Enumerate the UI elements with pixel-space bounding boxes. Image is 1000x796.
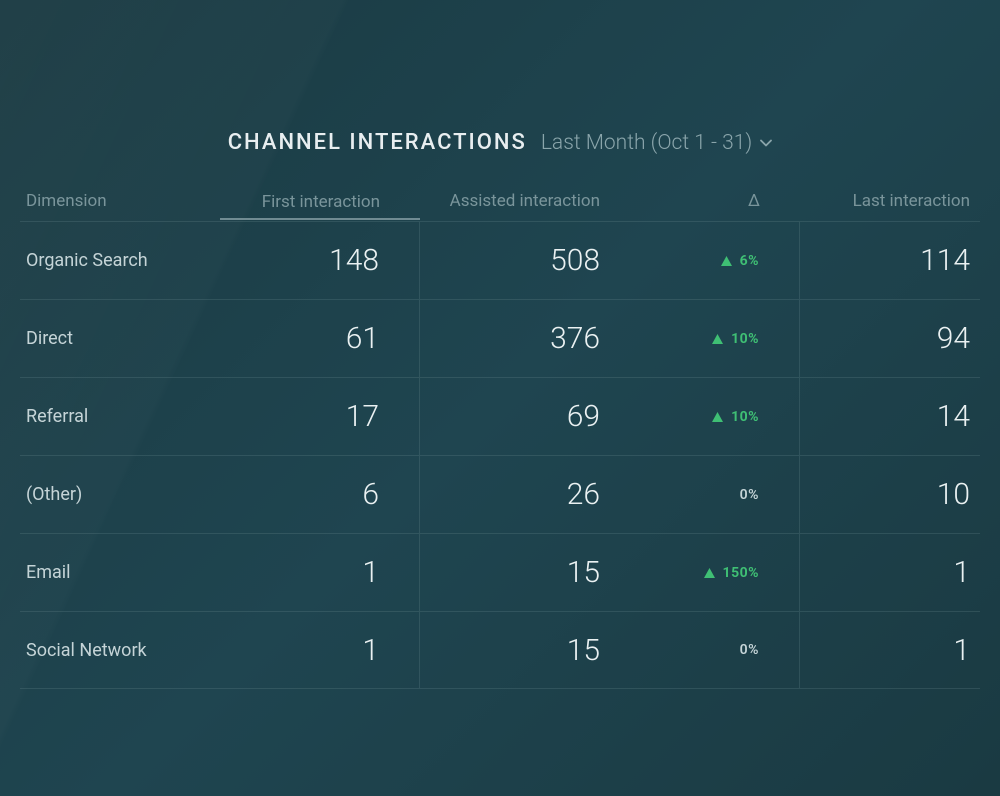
cell-last-interaction: 14: [800, 378, 980, 455]
cell-delta: 0%: [640, 456, 800, 533]
table-row: Social Network 1 15 0% 1: [20, 611, 980, 689]
cell-dimension: Social Network: [20, 612, 220, 688]
channel-interactions-widget: CHANNEL INTERACTIONS Last Month (Oct 1 -…: [0, 0, 1000, 689]
cell-assisted-interaction: 508: [420, 222, 640, 299]
value-delta: 0%: [740, 642, 759, 658]
cell-dimension: Referral: [20, 378, 220, 455]
table-row: Organic Search 148 508 6% 114: [20, 221, 980, 299]
value-assisted-interaction: 26: [567, 477, 600, 512]
value-first-interaction: 1: [362, 555, 379, 590]
chevron-down-icon: [760, 139, 772, 147]
value-last-interaction: 94: [937, 321, 970, 356]
col-header-dimension[interactable]: Dimension: [20, 191, 220, 211]
cell-dimension: Organic Search: [20, 222, 220, 299]
triangle-up-icon: [704, 568, 715, 578]
cell-assisted-interaction: 26: [420, 456, 640, 533]
triangle-up-icon: [712, 334, 723, 344]
period-label: Last Month (Oct 1 - 31): [541, 131, 752, 155]
value-first-interaction: 148: [329, 243, 379, 278]
cell-first-interaction: 17: [220, 378, 420, 455]
triangle-up-icon: [721, 256, 732, 266]
value-delta: 10%: [731, 409, 759, 425]
cell-assisted-interaction: 376: [420, 300, 640, 377]
value-delta: 6%: [740, 253, 759, 269]
cell-delta: 6%: [640, 222, 800, 299]
cell-last-interaction: 94: [800, 300, 980, 377]
widget-title: CHANNEL INTERACTIONS: [228, 130, 527, 155]
cell-dimension: Email: [20, 534, 220, 611]
table-header-row: Dimension First interaction Assisted int…: [20, 191, 980, 221]
value-assisted-interaction: 15: [567, 633, 600, 668]
value-delta: 10%: [731, 331, 759, 347]
triangle-up-icon: [712, 412, 723, 422]
cell-delta: 0%: [640, 612, 800, 688]
cell-first-interaction: 61: [220, 300, 420, 377]
cell-last-interaction: 10: [800, 456, 980, 533]
value-first-interaction: 17: [346, 399, 379, 434]
cell-last-interaction: 1: [800, 534, 980, 611]
table-row: Direct 61 376 10% 94: [20, 299, 980, 377]
value-first-interaction: 61: [346, 321, 379, 356]
value-delta: 150%: [723, 565, 759, 581]
cell-assisted-interaction: 15: [420, 534, 640, 611]
value-last-interaction: 1: [953, 633, 970, 668]
cell-assisted-interaction: 69: [420, 378, 640, 455]
cell-delta: 10%: [640, 300, 800, 377]
cell-last-interaction: 114: [800, 222, 980, 299]
value-assisted-interaction: 69: [567, 399, 600, 434]
cell-delta: 10%: [640, 378, 800, 455]
table-row: Email 1 15 150% 1: [20, 533, 980, 611]
cell-last-interaction: 1: [800, 612, 980, 688]
cell-first-interaction: 148: [220, 222, 420, 299]
value-last-interaction: 14: [937, 399, 970, 434]
col-header-delta[interactable]: Δ: [640, 191, 800, 211]
col-header-assisted-interaction[interactable]: Assisted interaction: [420, 191, 640, 211]
value-last-interaction: 1: [953, 555, 970, 590]
cell-dimension: (Other): [20, 456, 220, 533]
value-first-interaction: 1: [362, 633, 379, 668]
table-row: Referral 17 69 10% 14: [20, 377, 980, 455]
cell-first-interaction: 6: [220, 456, 420, 533]
cell-first-interaction: 1: [220, 534, 420, 611]
cell-delta: 150%: [640, 534, 800, 611]
cell-dimension: Direct: [20, 300, 220, 377]
value-first-interaction: 6: [362, 477, 379, 512]
interactions-table: Dimension First interaction Assisted int…: [20, 191, 980, 689]
col-header-first-interaction[interactable]: First interaction: [220, 192, 420, 220]
period-selector[interactable]: Last Month (Oct 1 - 31): [541, 131, 772, 155]
value-assisted-interaction: 508: [550, 243, 600, 278]
cell-assisted-interaction: 15: [420, 612, 640, 688]
table-row: (Other) 6 26 0% 10: [20, 455, 980, 533]
value-assisted-interaction: 376: [550, 321, 600, 356]
value-last-interaction: 10: [937, 477, 970, 512]
value-assisted-interaction: 15: [567, 555, 600, 590]
value-delta: 0%: [740, 487, 759, 503]
cell-first-interaction: 1: [220, 612, 420, 688]
col-header-last-interaction[interactable]: Last interaction: [800, 191, 980, 211]
value-last-interaction: 114: [920, 243, 970, 278]
table-body: Organic Search1485086%114Direct6137610%9…: [20, 221, 980, 689]
widget-header: CHANNEL INTERACTIONS Last Month (Oct 1 -…: [20, 130, 980, 155]
